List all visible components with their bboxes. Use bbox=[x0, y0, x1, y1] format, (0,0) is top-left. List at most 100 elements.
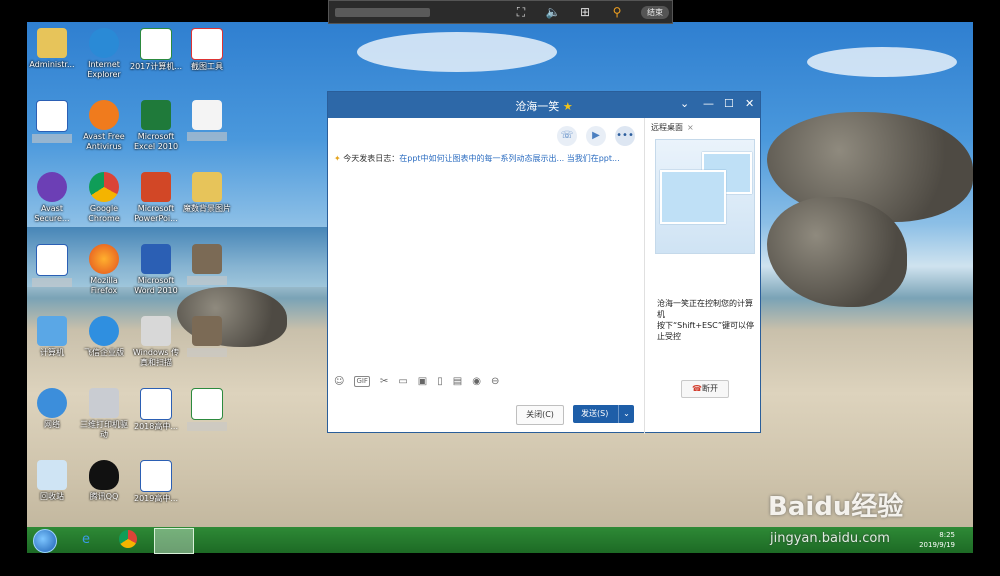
word-file-icon bbox=[36, 244, 68, 276]
desktop-icon-recycle-bin[interactable]: 回收站 bbox=[26, 460, 78, 502]
phone-icon[interactable]: ☏ bbox=[557, 126, 577, 146]
desktop-icon-file[interactable] bbox=[181, 100, 233, 144]
desktop-icon-label: Avast Free Antivirus bbox=[83, 132, 125, 151]
hangup-icon: ☎ bbox=[692, 384, 702, 393]
firefox-icon bbox=[89, 244, 119, 274]
scissors-icon[interactable]: ✂ bbox=[380, 376, 388, 387]
blurred-label bbox=[187, 422, 227, 431]
close-button[interactable]: 关闭(C) bbox=[516, 405, 564, 425]
minimize-icon[interactable]: — bbox=[703, 97, 714, 110]
log-tail-link[interactable]: 当我们在ppt... bbox=[567, 154, 620, 163]
send-button[interactable]: 发送(S) ⌄ bbox=[573, 405, 634, 423]
taskbar-active-window[interactable] bbox=[154, 528, 194, 554]
desktop-icon-label: 截图工具 bbox=[191, 62, 223, 71]
desktop-icon-excel-file[interactable] bbox=[181, 388, 233, 434]
tab-remote-desktop[interactable]: 远程桌面 × bbox=[651, 122, 694, 133]
desktop-icon-word[interactable]: Microsoft Word 2010 bbox=[130, 244, 182, 296]
taskbar-chrome-icon[interactable] bbox=[119, 530, 137, 548]
desktop-icon-ie[interactable]: Internet Explorer bbox=[78, 28, 130, 80]
desktop-icon-avast[interactable]: Avast Free Antivirus bbox=[78, 100, 130, 152]
cloud bbox=[357, 32, 557, 72]
end-button[interactable]: 结束 bbox=[641, 5, 669, 19]
video-call-icon[interactable]: ▶ bbox=[586, 126, 606, 146]
desktop-icon-avast-secure[interactable]: Avast Secure... bbox=[26, 172, 78, 224]
start-button[interactable] bbox=[33, 529, 57, 553]
fullscreen-icon[interactable]: ⛶ bbox=[505, 5, 537, 20]
remote-msg-line-1: 沧海一笑正在控制您的计算机 bbox=[657, 299, 753, 319]
pin-icon[interactable]: ⚲ bbox=[601, 5, 633, 19]
chevron-down-icon[interactable]: ⌄ bbox=[680, 97, 689, 110]
desktop-icon-word-2019[interactable]: 2019高中... bbox=[130, 460, 182, 504]
excel-icon bbox=[141, 100, 171, 130]
close-icon[interactable]: ✕ bbox=[745, 97, 754, 110]
desktop-icon-chrome[interactable]: Google Chrome bbox=[78, 172, 130, 224]
desktop-icon-printer-driver[interactable]: 三维打印机驱动 bbox=[78, 388, 130, 440]
blurred-label bbox=[32, 134, 72, 143]
desktop-icon-firefox[interactable]: Mozilla Firefox bbox=[78, 244, 130, 296]
history-icon[interactable]: ◷ bbox=[614, 379, 620, 389]
gif-icon[interactable]: GIF bbox=[354, 376, 370, 387]
more-circle-icon[interactable]: ⊖ bbox=[491, 376, 499, 387]
remote-desktop-pane: 远程桌面 × 沧海一笑正在控制您的计算机 按下“Shift+ESC”键可以停止受控… bbox=[645, 118, 760, 432]
chat-window: 沧海一笑 ★ ⌄ — ☐ ✕ ☏ ▶ ••• ✦ 今天发表日志：在ppt中如何让… bbox=[327, 91, 761, 434]
desktop-icon-snipping[interactable]: 截图工具 bbox=[181, 28, 233, 72]
desktop-icon-powerpoint[interactable]: Microsoft PowerPoi... bbox=[130, 172, 182, 224]
desktop-icon-label: Microsoft PowerPoi... bbox=[134, 204, 178, 223]
chat-titlebar[interactable]: 沧海一笑 ★ ⌄ — ☐ ✕ bbox=[328, 92, 760, 118]
desktop-icon-label: Internet Explorer bbox=[87, 60, 121, 79]
remote-desktop-illustration bbox=[655, 139, 755, 254]
image-icon[interactable]: ▣ bbox=[418, 376, 427, 387]
blurred-label bbox=[187, 132, 227, 141]
maximize-icon[interactable]: ☐ bbox=[724, 97, 734, 110]
tab-label: 远程桌面 bbox=[651, 123, 683, 132]
more-icon[interactable]: ••• bbox=[615, 126, 635, 146]
blurred-title bbox=[335, 7, 430, 17]
desktop-icon-word-2018[interactable]: 2018高中... bbox=[130, 388, 182, 432]
desktop-icon-word-doc[interactable] bbox=[26, 100, 78, 146]
folder-icon bbox=[37, 28, 67, 58]
screen-share-icon[interactable]: ▯ bbox=[437, 376, 443, 387]
desktop-icon-excel[interactable]: Microsoft Excel 2010 bbox=[130, 100, 182, 152]
desktop-icon-excel-doc[interactable]: 2017计算机... bbox=[130, 28, 182, 72]
send-options-chevron-icon[interactable]: ⌄ bbox=[618, 405, 634, 423]
desktop-icon-ppt-file[interactable] bbox=[181, 244, 233, 288]
desktop-icon-fax[interactable]: Windows 传真和扫描 bbox=[130, 316, 182, 368]
log-link[interactable]: 在ppt中如何让图表中的每一系列动态展示出... bbox=[399, 154, 564, 163]
desktop-icon-ppt-file-2[interactable] bbox=[181, 316, 233, 360]
avast-icon bbox=[89, 100, 119, 130]
document-icon[interactable]: ▤ bbox=[453, 376, 462, 387]
printer-icon bbox=[89, 388, 119, 418]
desktop-icon-label: 回收站 bbox=[40, 492, 64, 501]
desktop-icon-fetion[interactable]: 飞信企业版 bbox=[78, 316, 130, 358]
word-file-icon bbox=[140, 460, 172, 492]
desktop-icon-label: 计算机 bbox=[40, 348, 64, 357]
notice-star-icon: ✦ bbox=[334, 154, 341, 163]
volume-icon[interactable]: 🔈 bbox=[537, 5, 569, 19]
qq-penguin-icon bbox=[89, 460, 119, 490]
emoji-icon[interactable]: ☺ bbox=[334, 376, 344, 387]
system-clock[interactable]: 8:25 2019/9/19 bbox=[919, 530, 955, 550]
remote-msg-line-2: 按下“Shift+ESC”键可以停止受控 bbox=[657, 321, 755, 341]
desktop-icon-folder[interactable]: 魔数背景图片 bbox=[181, 172, 233, 214]
star-icon: ★ bbox=[562, 100, 573, 113]
word-file-icon bbox=[36, 100, 68, 132]
excel-file-icon bbox=[140, 28, 172, 60]
ppt-file-icon bbox=[192, 316, 222, 346]
desktop-icon-word-doc-2[interactable] bbox=[26, 244, 78, 290]
window-icon[interactable]: ⊞ bbox=[569, 5, 601, 19]
desktop-icon-label: 2018高中... bbox=[134, 422, 178, 431]
desktop-icon-label: Avast Secure... bbox=[34, 204, 70, 223]
chrome-icon bbox=[89, 172, 119, 202]
tab-close-icon[interactable]: × bbox=[687, 123, 694, 132]
disconnect-label: 断开 bbox=[701, 384, 718, 393]
folder-icon[interactable]: ▭ bbox=[398, 376, 407, 387]
desktop-icon-qq[interactable]: 腾讯QQ bbox=[78, 460, 130, 502]
desktop-icon-computer[interactable]: 计算机 bbox=[26, 316, 78, 358]
desktop-icon-administrator[interactable]: Administr... bbox=[26, 28, 78, 70]
computer-icon bbox=[37, 316, 67, 346]
disconnect-button[interactable]: ☎断开 bbox=[681, 380, 729, 398]
powerpoint-icon bbox=[141, 172, 171, 202]
voice-icon[interactable]: ◉ bbox=[472, 376, 481, 387]
taskbar-ie-icon[interactable]: e bbox=[75, 530, 97, 550]
desktop-icon-network[interactable]: 网络 bbox=[26, 388, 78, 430]
